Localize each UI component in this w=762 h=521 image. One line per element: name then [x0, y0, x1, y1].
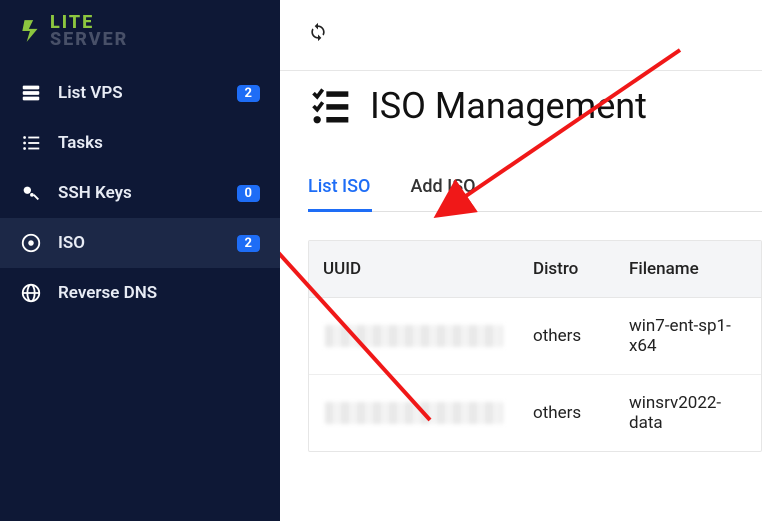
redacted-text: [325, 402, 503, 424]
logo-icon: [18, 18, 44, 44]
logo: LITE SERVER: [0, 0, 280, 62]
sidebar-badge: 2: [237, 85, 260, 102]
table-row: others win7-ent-sp1-x64: [309, 298, 761, 375]
cell-distro: others: [519, 308, 615, 364]
sidebar: LITE SERVER List VPS 2 Tasks SSH Keys 0: [0, 0, 280, 521]
sidebar-item-label: Reverse DNS: [58, 283, 260, 303]
sidebar-item-tasks[interactable]: Tasks: [0, 118, 280, 168]
sidebar-badge: 2: [237, 235, 260, 252]
cell-filename: winsrv2022-data: [615, 375, 761, 451]
page-header: ISO Management: [308, 84, 762, 128]
logo-text: LITE SERVER: [50, 14, 128, 48]
sidebar-item-label: SSH Keys: [58, 183, 221, 203]
refresh-button[interactable]: [308, 22, 762, 46]
iso-table: UUID Distro Filename others win7-ent-sp1…: [308, 240, 762, 452]
th-filename: Filename: [615, 241, 761, 297]
tab-list-iso[interactable]: List ISO: [308, 176, 370, 211]
tasks-icon: [20, 132, 42, 154]
tab-add-iso[interactable]: Add ISO: [410, 176, 475, 211]
divider: [280, 70, 762, 71]
th-distro: Distro: [519, 241, 615, 297]
checklist-icon: [308, 84, 352, 128]
sidebar-item-iso[interactable]: ISO 2: [0, 218, 280, 268]
cell-uuid: [309, 384, 519, 442]
th-uuid: UUID: [309, 241, 519, 297]
sidebar-item-reverse-dns[interactable]: Reverse DNS: [0, 268, 280, 318]
table-row: others winsrv2022-data: [309, 375, 761, 451]
sidebar-item-ssh-keys[interactable]: SSH Keys 0: [0, 168, 280, 218]
disc-icon: [20, 232, 42, 254]
nav: List VPS 2 Tasks SSH Keys 0 ISO 2: [0, 68, 280, 318]
server-icon: [20, 82, 42, 104]
sidebar-item-list-vps[interactable]: List VPS 2: [0, 68, 280, 118]
sidebar-badge: 0: [237, 185, 260, 202]
cell-filename: win7-ent-sp1-x64: [615, 298, 761, 374]
cell-distro: others: [519, 385, 615, 441]
table-header: UUID Distro Filename: [309, 241, 761, 298]
redacted-text: [325, 325, 503, 347]
sidebar-item-label: ISO: [58, 233, 221, 253]
key-icon: [20, 182, 42, 204]
globe-icon: [20, 282, 42, 304]
tabs: List ISO Add ISO: [308, 176, 762, 212]
sidebar-item-label: Tasks: [58, 133, 260, 153]
cell-uuid: [309, 307, 519, 365]
main: ISO Management List ISO Add ISO UUID Dis…: [280, 0, 762, 521]
refresh-icon: [308, 22, 328, 42]
page-title: ISO Management: [370, 85, 647, 127]
sidebar-item-label: List VPS: [58, 83, 221, 103]
